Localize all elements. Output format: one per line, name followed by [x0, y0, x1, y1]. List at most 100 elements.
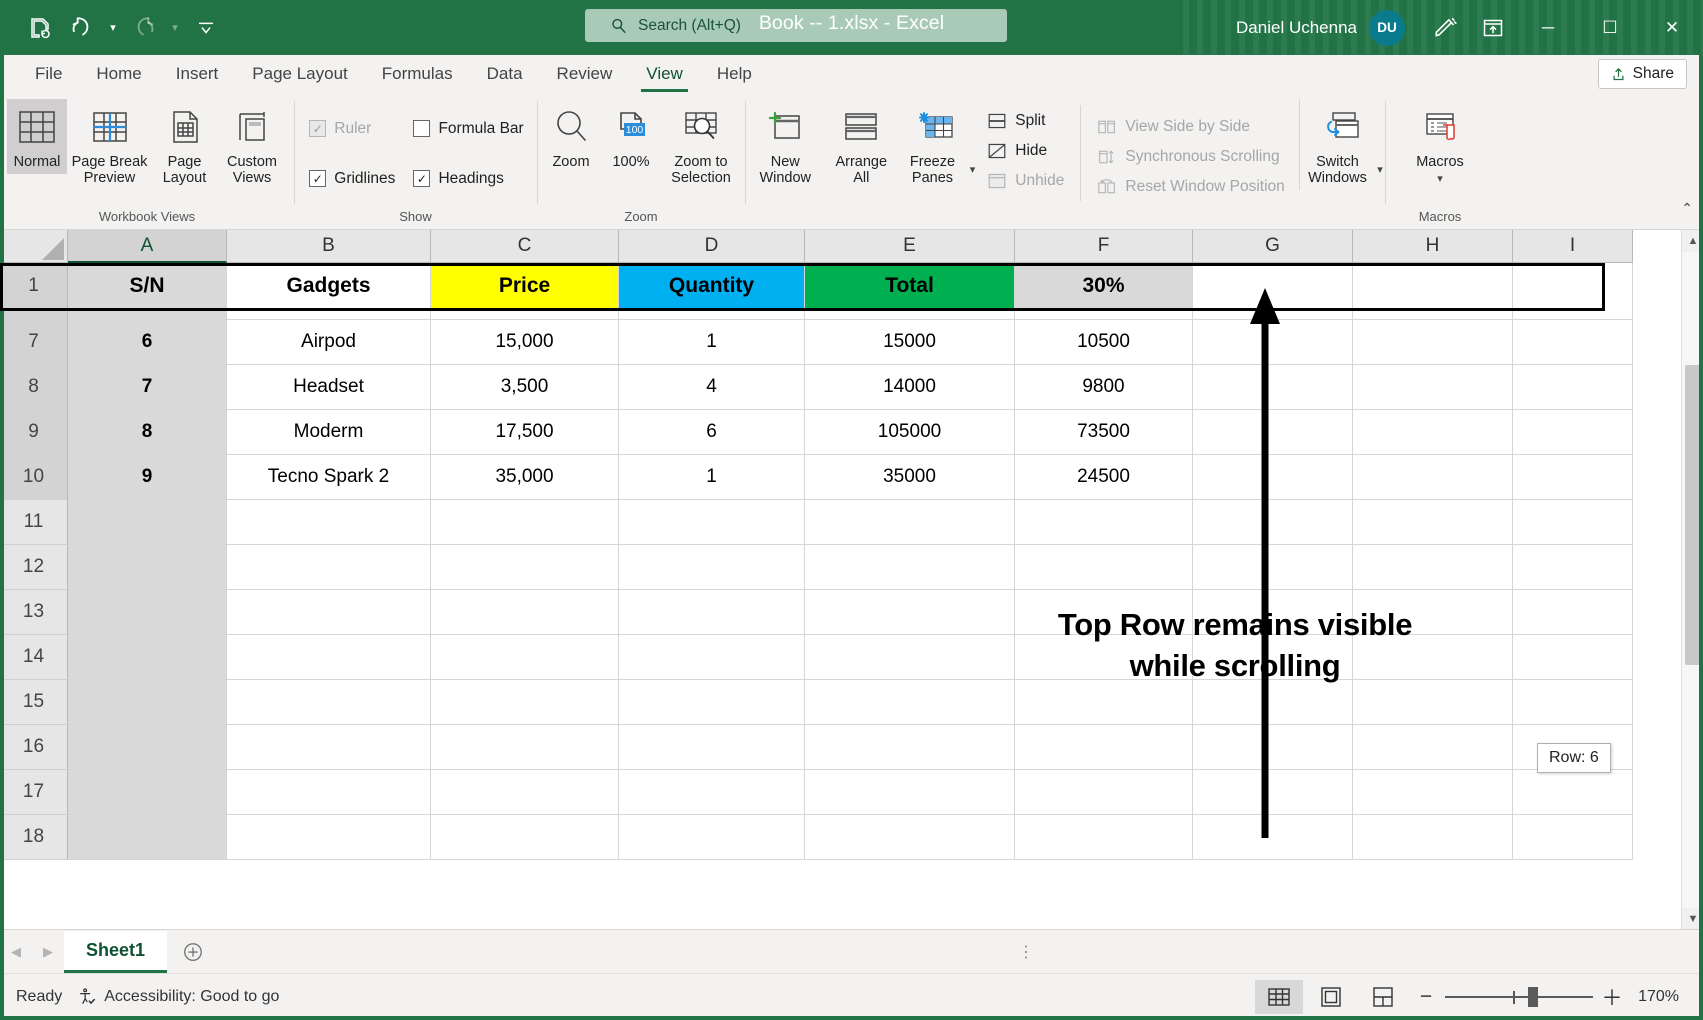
page-break-preview-button[interactable]: Page Break Preview [67, 99, 152, 190]
cell-e16[interactable] [805, 725, 1015, 770]
next-sheet-button[interactable]: ▶ [32, 930, 64, 974]
cell-d15[interactable] [619, 680, 805, 725]
zoom-100-button[interactable]: 100 100% [602, 99, 660, 174]
cell-a11[interactable] [68, 500, 227, 545]
cell-f9[interactable]: 73500 [1015, 410, 1193, 455]
avatar[interactable]: DU [1369, 10, 1405, 46]
cell-f18[interactable] [1015, 815, 1193, 860]
formula-bar-checkbox-row[interactable]: Formula Bar [413, 115, 523, 143]
cell-d10[interactable]: 1 [619, 455, 805, 500]
tab-split-handle[interactable]: ⋮ [1018, 942, 1034, 962]
cell-c18[interactable] [431, 815, 619, 860]
column-header-i[interactable]: I [1513, 230, 1633, 263]
frozen-cell-h1[interactable] [1353, 263, 1513, 308]
column-header-g[interactable]: G [1193, 230, 1353, 263]
cell-g17[interactable] [1193, 770, 1353, 815]
zoom-out-button[interactable]: − [1411, 980, 1441, 1014]
switch-windows-button[interactable]: Switch Windows ▾ [1299, 99, 1385, 190]
row-header-8[interactable]: 8 [0, 365, 68, 410]
cell-i9[interactable] [1513, 410, 1633, 455]
chevron-down-icon[interactable]: ▾ [1377, 164, 1383, 176]
row-header-10[interactable]: 10 [0, 455, 68, 500]
table-row[interactable] [68, 725, 1633, 770]
cell-a18[interactable] [68, 815, 227, 860]
cell-g8[interactable] [1193, 365, 1353, 410]
cell-f17[interactable] [1015, 770, 1193, 815]
split-button[interactable]: Split [987, 107, 1064, 135]
minimize-button[interactable]: ─ [1517, 0, 1579, 55]
row-header-13[interactable]: 13 [0, 590, 68, 635]
cell-i15[interactable] [1513, 680, 1633, 725]
row-header-7[interactable]: 7 [0, 320, 68, 365]
new-window-button[interactable]: New Window [745, 99, 825, 190]
macros-button[interactable]: Macros ▾ [1401, 99, 1479, 190]
cell-d11[interactable] [619, 500, 805, 545]
cell-i12[interactable] [1513, 545, 1633, 590]
table-row[interactable] [68, 815, 1633, 860]
cell-g11[interactable] [1193, 500, 1353, 545]
column-header-b[interactable]: B [227, 230, 431, 263]
column-header-a[interactable]: A [68, 230, 227, 263]
cell-e9[interactable]: 105000 [805, 410, 1015, 455]
cell-f12[interactable] [1015, 545, 1193, 590]
normal-view-button[interactable] [1255, 980, 1303, 1014]
cell-i14[interactable] [1513, 635, 1633, 680]
cell-e17[interactable] [805, 770, 1015, 815]
gridlines-checkbox-row[interactable]: ✓ Gridlines [309, 165, 395, 193]
cell-c16[interactable] [431, 725, 619, 770]
cell-h12[interactable] [1353, 545, 1513, 590]
select-all-corner[interactable] [0, 230, 68, 263]
undo-icon[interactable] [62, 9, 102, 47]
cell-b7[interactable]: Airpod [227, 320, 431, 365]
cell-b12[interactable] [227, 545, 431, 590]
cell-i11[interactable] [1513, 500, 1633, 545]
cell-d12[interactable] [619, 545, 805, 590]
cell-a10[interactable]: 9 [68, 455, 227, 500]
cell-d16[interactable] [619, 725, 805, 770]
table-row[interactable]: 9Tecno Spark 235,00013500024500 [68, 455, 1633, 500]
cell-d17[interactable] [619, 770, 805, 815]
freeze-panes-button[interactable]: Freeze Panes ▾ [897, 99, 977, 190]
cell-d7[interactable]: 1 [619, 320, 805, 365]
row-header-17[interactable]: 17 [0, 770, 68, 815]
cell-e8[interactable]: 14000 [805, 365, 1015, 410]
cell-a16[interactable] [68, 725, 227, 770]
cell-a17[interactable] [68, 770, 227, 815]
table-row[interactable] [68, 545, 1633, 590]
customize-quick-access-icon[interactable] [186, 9, 226, 47]
add-sheet-button[interactable] [167, 930, 219, 974]
previous-sheet-button[interactable]: ◀ [0, 930, 32, 974]
cell-c15[interactable] [431, 680, 619, 725]
tab-formulas[interactable]: Formulas [365, 57, 470, 93]
ribbon-display-options-icon[interactable] [1469, 0, 1517, 55]
cell-i13[interactable] [1513, 590, 1633, 635]
cell-h9[interactable] [1353, 410, 1513, 455]
frozen-cell-d1[interactable]: Quantity [619, 263, 805, 308]
row-header-18[interactable]: 18 [0, 815, 68, 860]
ruler-checkbox-row[interactable]: ✓ Ruler [309, 115, 395, 143]
frozen-cell-b1[interactable]: Gadgets [227, 263, 431, 308]
table-row[interactable] [68, 500, 1633, 545]
cell-i7[interactable] [1513, 320, 1633, 365]
tab-home[interactable]: Home [79, 57, 158, 93]
cell-a15[interactable] [68, 680, 227, 725]
cell-g9[interactable] [1193, 410, 1353, 455]
cell-c8[interactable]: 3,500 [431, 365, 619, 410]
zoom-to-selection-button[interactable]: Zoom to Selection [660, 99, 742, 190]
cell-c14[interactable] [431, 635, 619, 680]
cell-c12[interactable] [431, 545, 619, 590]
frozen-header-cells[interactable]: S/NGadgetsPriceQuantityTotal30% [68, 263, 1633, 308]
table-row[interactable] [68, 770, 1633, 815]
cell-a12[interactable] [68, 545, 227, 590]
cell-a9[interactable]: 8 [68, 410, 227, 455]
cell-e11[interactable] [805, 500, 1015, 545]
cell-d18[interactable] [619, 815, 805, 860]
tab-view[interactable]: View [629, 57, 700, 93]
tab-file[interactable]: File [18, 57, 79, 93]
frozen-cell-f1[interactable]: 30% [1015, 263, 1193, 308]
accessibility-status[interactable]: Accessibility: Good to go [76, 987, 279, 1007]
cell-f16[interactable] [1015, 725, 1193, 770]
cell-g10[interactable] [1193, 455, 1353, 500]
cell-e10[interactable]: 35000 [805, 455, 1015, 500]
normal-view-button[interactable]: Normal [7, 99, 67, 174]
